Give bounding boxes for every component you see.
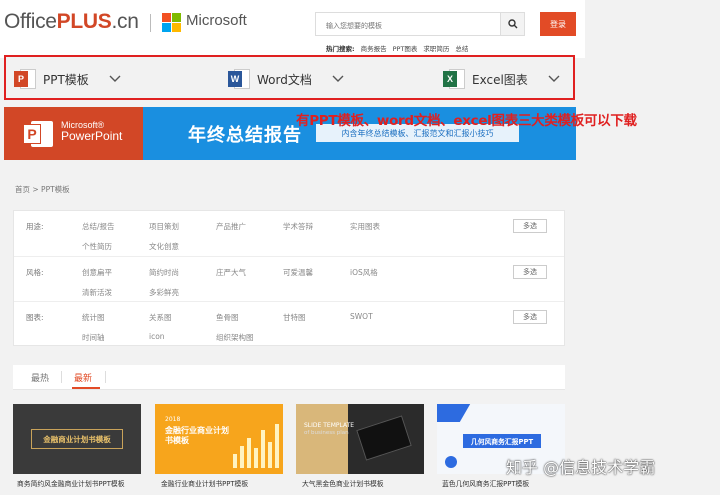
officeplus-logo[interactable]: OfficePLUS.cn — [4, 10, 139, 34]
filter-option[interactable]: 时间轴 — [82, 332, 149, 343]
template-card-title[interactable]: 大气黑金色商业计划书模板 — [302, 478, 384, 488]
category-excel[interactable]: X Excel图表 — [443, 67, 560, 91]
filter-option[interactable]: 庄严大气 — [216, 267, 283, 278]
tab-divider — [61, 371, 62, 383]
filter-label: 图表: — [26, 313, 44, 322]
filter-option[interactable]: 学术答辩 — [283, 221, 350, 232]
filter-option[interactable]: 甘特图 — [283, 312, 350, 323]
search-box — [315, 12, 525, 37]
login-button[interactable]: 登录 — [540, 12, 576, 36]
breadcrumb: 首页 > PPT模板 — [15, 185, 70, 194]
filter-option[interactable]: 多彩鲜亮 — [149, 287, 216, 298]
excel-icon: X — [443, 68, 465, 90]
filter-option[interactable]: iOS风格 — [350, 267, 417, 278]
multi-select-button[interactable]: 多选 — [513, 265, 547, 279]
filter-option[interactable]: 鱼骨图 — [216, 312, 283, 323]
hot-search-link[interactable]: 总结 — [455, 43, 468, 53]
banner-title: 年终总结报告 — [188, 125, 302, 146]
search-icon — [507, 19, 517, 29]
powerpoint-logo-icon: P — [23, 119, 53, 149]
filter-option[interactable]: 可爱温馨 — [283, 267, 350, 278]
logo-divider — [150, 14, 151, 32]
category-label: PPT模板 — [43, 72, 89, 87]
chevron-down-icon — [332, 73, 344, 85]
hot-searches: 热门搜索: 商务报告 PPT图表 求职简历 总结 — [326, 43, 468, 53]
hot-search-link[interactable]: 求职简历 — [423, 43, 449, 53]
active-tab-underline — [72, 387, 100, 389]
filter-option[interactable]: 统计图 — [82, 312, 149, 323]
search-input[interactable] — [316, 15, 496, 37]
category-label: Word文档 — [257, 72, 312, 87]
filter-option[interactable]: 总结/报告 — [82, 221, 149, 232]
microsoft-logo-icon — [162, 13, 181, 32]
template-card-title[interactable]: 商务简约风金融商业计划书PPT模板 — [17, 478, 125, 488]
hot-search-link[interactable]: PPT图表 — [393, 43, 418, 53]
filter-label: 风格: — [26, 268, 44, 277]
filter-option[interactable]: 产品推广 — [216, 221, 283, 232]
filter-option[interactable]: 简约时尚 — [149, 267, 216, 278]
filter-option[interactable]: 组织架构图 — [216, 332, 283, 343]
category-label: Excel图表 — [472, 72, 528, 87]
filter-panel: 用途: 总结/报告 项目策划 产品推广 学术答辩 实用图表 个性简历 文化创意 … — [13, 210, 565, 346]
filter-option[interactable]: 个性简历 — [82, 241, 149, 252]
filter-option[interactable]: SWOT — [350, 312, 417, 323]
sort-tabs: 最热 最新 — [13, 365, 565, 390]
site-header: OfficePLUS.cn Microsoft 登录 热门搜索: 商务报告 PP… — [0, 0, 585, 58]
filter-option[interactable]: 关系图 — [149, 312, 216, 323]
chevron-down-icon — [548, 73, 560, 85]
template-card-thumbnail[interactable]: 金融商业计划书模板 — [13, 404, 141, 474]
multi-select-button[interactable]: 多选 — [513, 310, 547, 324]
microsoft-wordmark: Microsoft — [186, 12, 247, 29]
template-card-thumbnail[interactable]: 2018 金融行业商业计划书模板 — [155, 404, 283, 474]
filter-row-chart: 图表: 统计图 关系图 鱼骨图 甘特图 SWOT 时间轴 icon 组织架构图 … — [14, 302, 564, 346]
tab-newest[interactable]: 最新 — [74, 371, 92, 384]
filter-option[interactable]: 创意扁平 — [82, 267, 149, 278]
tab-divider — [105, 371, 106, 383]
powerpoint-icon: P — [14, 68, 36, 90]
template-card-title[interactable]: 金融行业商业计划书PPT模板 — [161, 478, 248, 488]
search-button[interactable] — [500, 13, 524, 35]
category-word[interactable]: W Word文档 — [228, 67, 344, 91]
multi-select-button[interactable]: 多选 — [513, 219, 547, 233]
filter-option[interactable]: 项目策划 — [149, 221, 216, 232]
chevron-down-icon — [109, 73, 121, 85]
filter-option[interactable]: 清新活泼 — [82, 287, 149, 298]
powerpoint-brand-block: P Microsoft® PowerPoint — [4, 107, 143, 160]
filter-label: 用途: — [26, 222, 44, 231]
template-card-title[interactable]: 蓝色几何风商务汇报PPT模板 — [442, 478, 529, 488]
hot-search-link[interactable]: 商务报告 — [361, 43, 387, 53]
powerpoint-brand: Microsoft® PowerPoint — [61, 120, 123, 144]
annotation-text: 有PPT模板、word文档、excel图表三大类模板可以下载 — [296, 113, 637, 129]
template-card-thumbnail[interactable]: SLIDE TEMPLATE of business plan — [296, 404, 424, 474]
filter-option[interactable]: 实用图表 — [350, 221, 417, 232]
category-bar: P PPT模板 W Word文档 X Excel图表 — [4, 55, 575, 100]
zhihu-watermark: 知乎 @信息技术学霸 — [506, 458, 656, 477]
category-ppt[interactable]: P PPT模板 — [14, 67, 121, 91]
filter-option[interactable]: 文化创意 — [149, 241, 216, 252]
word-icon: W — [228, 68, 250, 90]
tab-hottest[interactable]: 最热 — [31, 371, 49, 384]
filter-row-usage: 用途: 总结/报告 项目策划 产品推广 学术答辩 实用图表 个性简历 文化创意 … — [14, 211, 564, 257]
filter-row-style: 风格: 创意扁平 简约时尚 庄严大气 可爱温馨 iOS风格 清新活泼 多彩鲜亮 … — [14, 257, 564, 302]
hot-search-label: 热门搜索: — [326, 45, 355, 53]
filter-option[interactable]: icon — [149, 332, 216, 343]
